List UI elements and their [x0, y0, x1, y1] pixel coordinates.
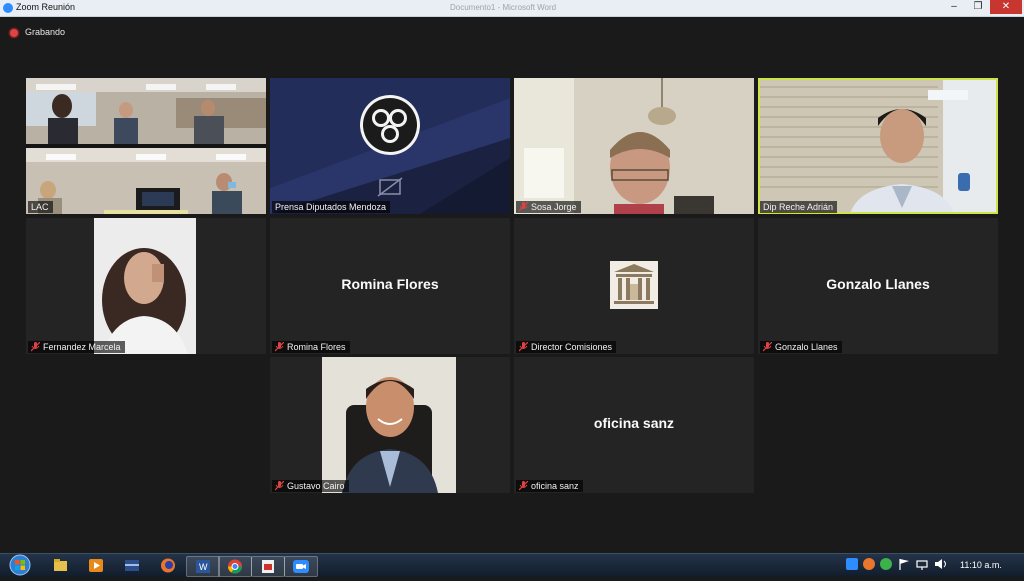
participant-name-tag: Fernandez Marcela — [28, 341, 125, 353]
recording-dot-icon — [10, 29, 18, 37]
window-titlebar: Zoom Reunión Documento1 - Microsoft Word… — [0, 0, 1024, 17]
media-player-icon[interactable] — [80, 556, 112, 575]
reche-video-feed — [758, 78, 998, 214]
muted-mic-icon — [275, 481, 284, 491]
participant-name: Prensa Diputados Mendoza — [275, 202, 387, 212]
video-tile-director[interactable]: Director Comisiones — [514, 218, 754, 354]
gustavo-video-feed — [270, 357, 510, 493]
participant-name: Romina Flores — [287, 342, 346, 352]
zoom-app-icon — [3, 3, 13, 13]
minimize-button[interactable]: – — [942, 0, 966, 14]
participant-name-tag: Prensa Diputados Mendoza — [272, 201, 391, 213]
lac-video-feed — [26, 78, 266, 214]
director-profile-picture — [610, 261, 658, 309]
video-tile-fernandez[interactable]: Fernandez Marcela — [26, 218, 266, 354]
participant-name-tag: oficina sanz — [516, 480, 583, 492]
muted-mic-icon — [519, 342, 528, 352]
firefox-icon[interactable] — [152, 556, 184, 575]
muted-mic-icon — [519, 202, 528, 212]
participant-name-tag: Director Comisiones — [516, 341, 617, 353]
flag-tray-icon[interactable] — [898, 558, 910, 570]
video-tile-gonzalo[interactable]: Gonzalo Llanes Gonzalo Llanes — [758, 218, 998, 354]
obs-logo-background — [270, 78, 510, 214]
muted-mic-icon — [31, 342, 40, 352]
chrome-icon[interactable] — [218, 556, 252, 577]
participant-display-name: Romina Flores — [341, 276, 439, 292]
video-tile-lac[interactable]: LAC — [26, 78, 266, 214]
participant-name-tag: Sosa Jorge — [516, 201, 581, 213]
windows-taskbar: W 11:10 a.m. — [0, 553, 1024, 577]
muted-mic-icon — [275, 342, 284, 352]
background-window-title: Documento1 - Microsoft Word — [450, 3, 557, 12]
participant-name: oficina sanz — [531, 481, 579, 491]
close-button[interactable]: ✕ — [990, 0, 1022, 14]
fernandez-video-feed — [26, 218, 266, 354]
update-tray-icon[interactable] — [863, 558, 875, 570]
taskbar-clock[interactable]: 11:10 a.m. — [960, 560, 1002, 570]
svg-text:W: W — [199, 562, 208, 572]
sosa-video-feed — [514, 78, 754, 214]
video-tile-sosa[interactable]: Sosa Jorge — [514, 78, 754, 214]
zoom-tray-icon[interactable] — [846, 558, 858, 570]
video-tile-gustavo[interactable]: Gustavo Cairo — [270, 357, 510, 493]
participant-name: Gonzalo Llanes — [775, 342, 838, 352]
sync-tray-icon[interactable] — [880, 558, 892, 570]
recording-label: Grabando — [25, 27, 66, 37]
video-tile-oficina[interactable]: oficina sanz oficina sanz — [514, 357, 754, 493]
participant-name-tag: Gustavo Cairo — [272, 480, 349, 492]
participant-name: Fernandez Marcela — [43, 342, 121, 352]
video-tile-prensa[interactable]: Prensa Diputados Mendoza — [270, 78, 510, 214]
zoom-icon[interactable] — [284, 556, 318, 577]
windows-explorer-icon[interactable] — [44, 556, 76, 575]
participant-name-tag: Romina Flores — [272, 341, 350, 353]
pdf-icon[interactable] — [251, 556, 285, 577]
participant-name: Sosa Jorge — [531, 202, 577, 212]
participant-name: Gustavo Cairo — [287, 481, 345, 491]
video-tile-romina[interactable]: Romina Flores Romina Flores — [270, 218, 510, 354]
windows-start-icon[interactable] — [5, 554, 35, 576]
participant-name: Director Comisiones — [531, 342, 613, 352]
muted-mic-icon — [519, 481, 528, 491]
participant-name-tag: Dip Reche Adrián — [760, 201, 838, 213]
participant-name: LAC — [31, 202, 49, 212]
participant-name-tag: Gonzalo Llanes — [760, 341, 842, 353]
volume-tray-icon[interactable] — [934, 558, 948, 570]
participant-display-name: Gonzalo Llanes — [826, 276, 930, 292]
participant-display-name: oficina sanz — [593, 415, 675, 431]
app-icon[interactable] — [116, 556, 148, 575]
window-title: Zoom Reunión — [16, 2, 76, 12]
maximize-button[interactable]: ❐ — [966, 0, 990, 14]
video-tile-reche-active-speaker[interactable]: Dip Reche Adrián — [758, 78, 998, 214]
muted-mic-icon — [763, 342, 772, 352]
participant-name-tag: LAC — [28, 201, 53, 213]
network-tray-icon[interactable] — [916, 558, 928, 570]
word-icon[interactable]: W — [186, 556, 220, 577]
participant-name: Dip Reche Adrián — [763, 202, 834, 212]
